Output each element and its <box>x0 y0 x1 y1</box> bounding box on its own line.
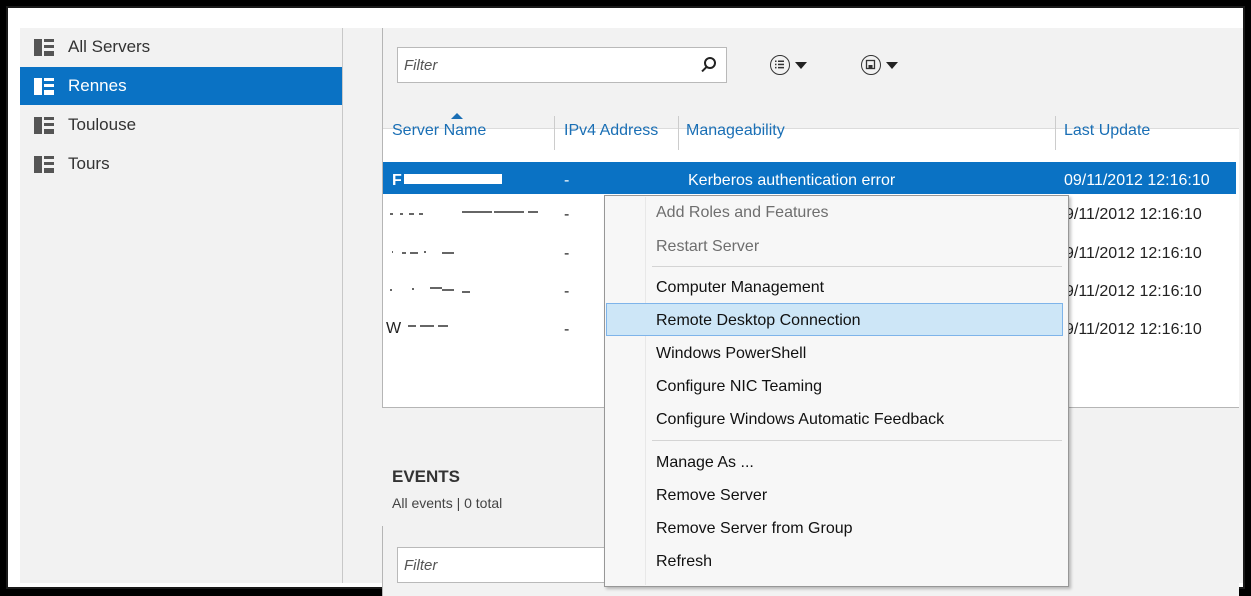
sidebar-item-rennes[interactable]: Rennes <box>20 67 343 105</box>
menu-item-remove-from-group[interactable]: Remove Server from Group <box>656 520 853 538</box>
list-options-icon[interactable] <box>770 55 790 75</box>
manageability-cell: Kerberos authentication error <box>688 172 896 189</box>
last-update-cell: 09/11/2012 12:16:10 <box>1064 172 1210 189</box>
server-group-icon <box>34 116 54 134</box>
menu-item-powershell[interactable]: Windows PowerShell <box>656 345 806 363</box>
events-filter-input[interactable]: Filter <box>397 547 607 583</box>
filter-placeholder: Filter <box>404 557 438 574</box>
sidebar-item-label: All Servers <box>68 37 151 56</box>
column-header-server-name[interactable]: Server Name <box>392 122 486 140</box>
last-update-cell: 9/11/2012 12:16:10 <box>1065 245 1202 262</box>
chevron-down-icon[interactable] <box>795 62 807 69</box>
column-separator <box>554 116 555 150</box>
menu-separator <box>652 266 1062 267</box>
ipv4-cell: - <box>564 283 570 300</box>
sort-ascending-icon <box>451 113 463 119</box>
menu-item-refresh[interactable]: Refresh <box>656 553 712 571</box>
redacted-server-names <box>390 211 538 327</box>
sidebar: All Servers Rennes Toulouse Tours <box>20 28 343 583</box>
menu-item-computer-management[interactable]: Computer Management <box>656 279 824 297</box>
server-group-icon <box>34 38 54 56</box>
server-group-icon <box>34 77 54 95</box>
menu-item-automatic-feedback[interactable]: Configure Windows Automatic Feedback <box>656 411 944 429</box>
last-update-cell: 9/11/2012 12:16:10 <box>1065 206 1202 223</box>
sidebar-item-toulouse[interactable]: Toulouse <box>20 106 343 144</box>
column-header-last-update[interactable]: Last Update <box>1064 122 1150 140</box>
redacted-text <box>404 174 502 184</box>
menu-item-manage-as[interactable]: Manage As ... <box>656 454 754 472</box>
chevron-down-icon[interactable] <box>886 62 898 69</box>
server-group-icon <box>34 155 54 173</box>
last-update-cell: 9/11/2012 12:16:10 <box>1065 321 1202 338</box>
column-header-manageability[interactable]: Manageability <box>686 122 785 140</box>
menu-item-nic-teaming[interactable]: Configure NIC Teaming <box>656 378 822 396</box>
menu-item-restart-server[interactable]: Restart Server <box>656 238 759 256</box>
last-update-cell: 9/11/2012 12:16:10 <box>1065 283 1202 300</box>
column-header-ipv4[interactable]: IPv4 Address <box>564 122 658 140</box>
sidebar-item-label: Tours <box>68 154 110 173</box>
save-query-icon[interactable] <box>861 55 881 75</box>
server-name-cell: F <box>392 172 402 189</box>
sidebar-item-label: Rennes <box>68 76 127 95</box>
menu-item-remote-desktop[interactable]: Remote Desktop Connection <box>656 312 861 330</box>
column-separator <box>678 116 679 150</box>
menu-gutter <box>645 197 646 585</box>
ipv4-cell: - <box>564 245 570 262</box>
events-title: EVENTS <box>392 467 461 486</box>
menu-item-remove-server[interactable]: Remove Server <box>656 487 767 505</box>
servers-filter-input[interactable]: Filter <box>397 47 727 83</box>
events-subtitle: All events | 0 total <box>392 495 503 511</box>
sidebar-item-all-servers[interactable]: All Servers <box>20 28 343 66</box>
ipv4-cell: - <box>564 172 570 189</box>
ipv4-cell: - <box>564 321 570 338</box>
menu-separator <box>652 440 1062 441</box>
sidebar-item-tours[interactable]: Tours <box>20 145 343 183</box>
sidebar-item-label: Toulouse <box>68 115 137 134</box>
filter-placeholder: Filter <box>404 57 438 74</box>
search-icon[interactable] <box>704 57 716 69</box>
column-separator <box>1055 116 1056 150</box>
ipv4-cell: - <box>564 206 570 223</box>
menu-item-add-roles[interactable]: Add Roles and Features <box>656 204 829 222</box>
